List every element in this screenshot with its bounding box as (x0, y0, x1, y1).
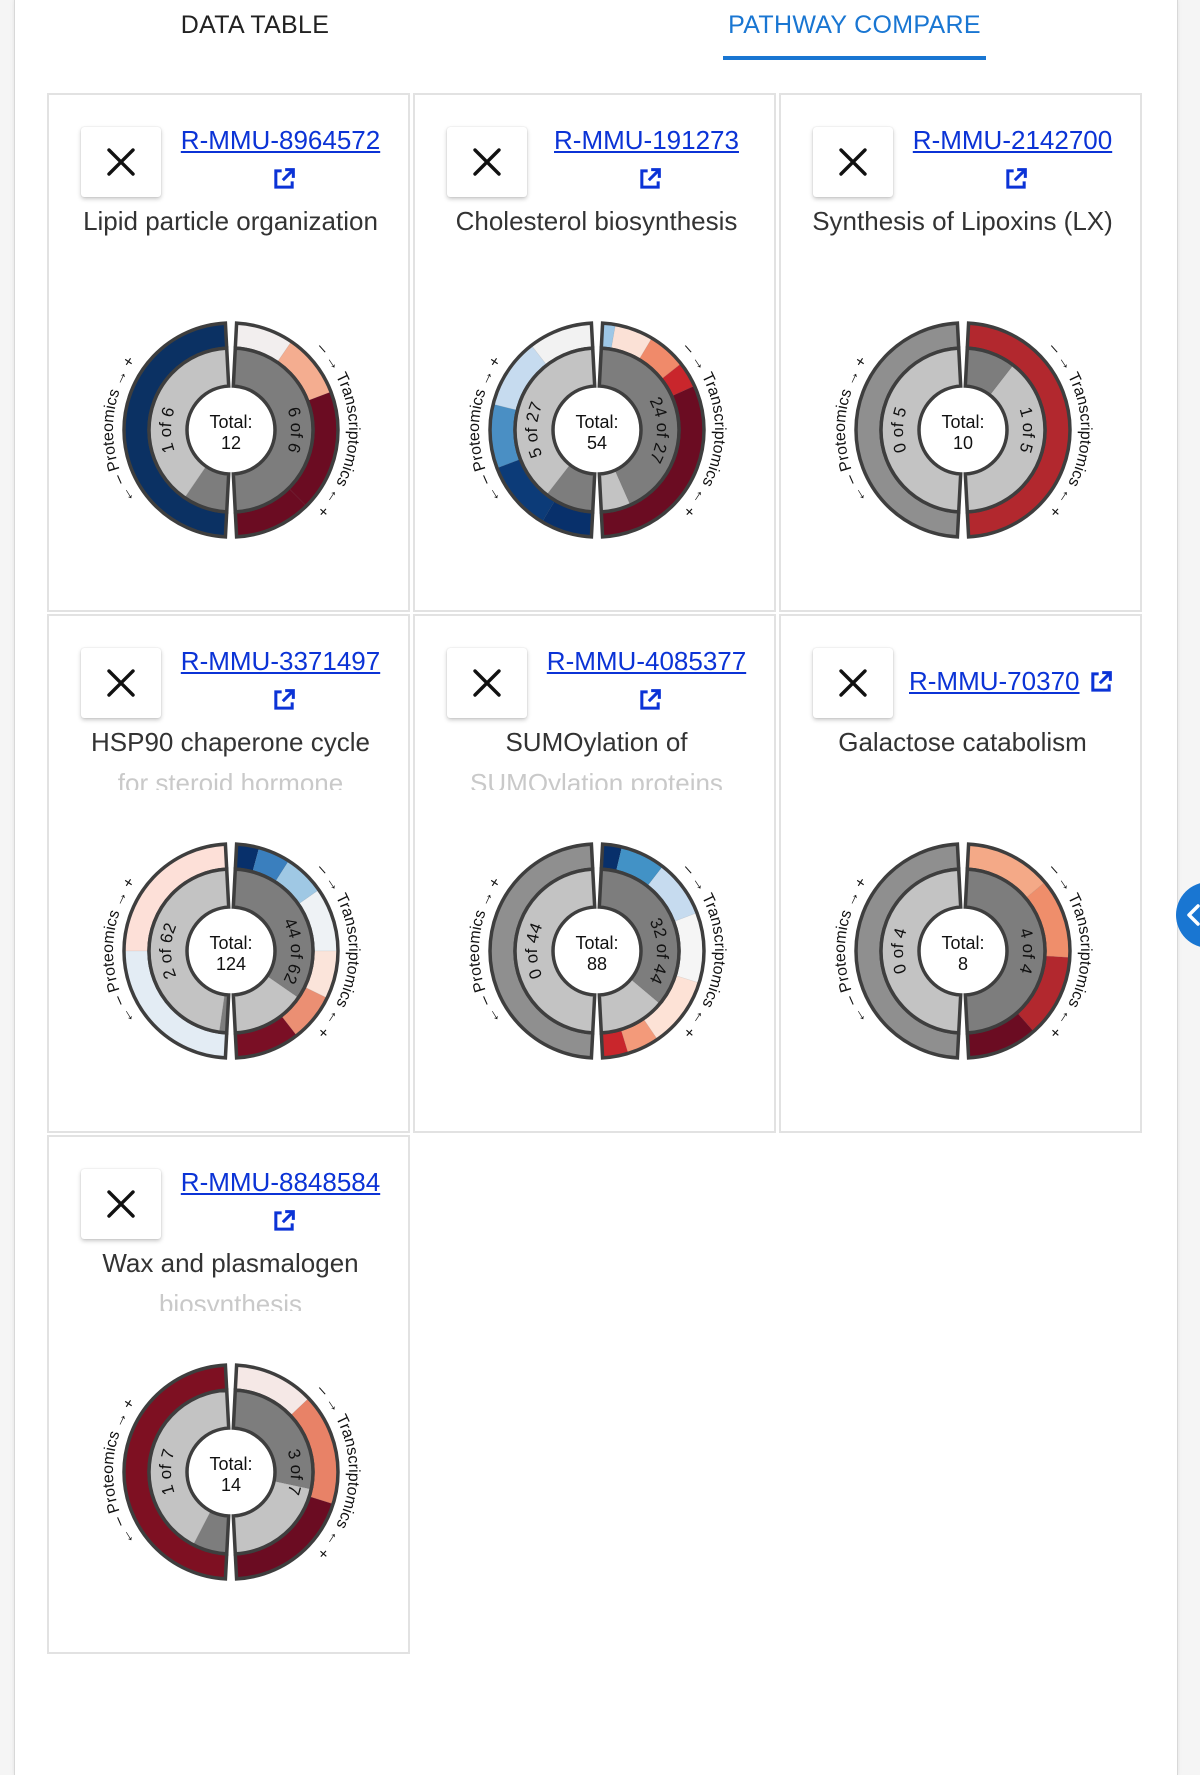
pathway-compare-panel: DATA TABLE PATHWAY COMPARE R-MMU-8964572… (14, 0, 1178, 1775)
active-tab-indicator (723, 56, 986, 60)
external-link-icon[interactable] (636, 686, 664, 719)
tab-pathway-compare-label: PATHWAY COMPARE (728, 11, 981, 39)
external-link-icon[interactable] (270, 165, 298, 198)
pathway-title: SUMOylation of (505, 727, 688, 757)
pathway-card: R-MMU-3371497 HSP90 chaperone cycle for st… (47, 614, 410, 1133)
pathway-donut-chart: Total:1242 of 62 44 of 62← – Proteomics →… (100, 842, 362, 1060)
total-label: Total: (941, 933, 984, 953)
total-label: Total: (209, 1454, 252, 1474)
pathway-card: R-MMU-4085377 SUMOylation of SUMOylation p… (413, 614, 776, 1133)
pathway-title: Synthesis of Lipoxins (LX) (812, 206, 1113, 236)
total-value: 8 (958, 954, 968, 974)
total-label: Total: (941, 412, 984, 432)
total-value: 88 (587, 954, 607, 974)
total-value: 54 (587, 433, 607, 453)
pathway-id-link[interactable]: R-MMU-4085377 (415, 646, 778, 677)
pathway-card: R-MMU-2142700 Synthesis of Lipoxins (LX) T… (779, 93, 1142, 612)
external-link-icon[interactable] (270, 686, 298, 719)
pathway-title: Wax and plasmalogen (102, 1248, 359, 1278)
pathway-card: R-MMU-8964572 Lipid particle organization… (47, 93, 410, 612)
pathway-id-link[interactable]: R-MMU-2142700 (781, 125, 1144, 156)
total-label: Total: (209, 412, 252, 432)
total-value: 12 (221, 433, 241, 453)
pathway-title-overflow: for steroid hormone (117, 768, 344, 790)
pathway-donut-chart: Total:121 of 66 of 6← – Proteomics → +– … (100, 321, 362, 539)
pathway-title: Galactose catabolism (838, 727, 1087, 757)
pathway-id-link[interactable]: R-MMU-3371497 (49, 646, 412, 677)
pathway-card: R-MMU-191273 Cholesterol biosynthesis Tota… (413, 93, 776, 612)
side-drawer-toggle[interactable] (1176, 882, 1200, 948)
pathway-id-link[interactable]: R-MMU-8964572 (49, 125, 412, 156)
pathway-donut-chart: Total:141 of 73 of 7← – Proteomics → +– … (100, 1363, 362, 1581)
total-label: Total: (575, 933, 618, 953)
total-value: 10 (953, 433, 973, 453)
close-icon (839, 669, 867, 697)
pathway-donut-chart: Total:100 of 51 of 5← – Proteomics → +– … (832, 321, 1094, 539)
total-value: 124 (216, 954, 246, 974)
tab-data-table[interactable]: DATA TABLE (115, 0, 395, 62)
pathway-donut-chart: Total:80 of 44 of 4← – Proteomics → +– →… (832, 842, 1094, 1060)
external-link-icon[interactable] (1087, 668, 1115, 701)
pathway-title-overflow: SUMOylation proteins (470, 768, 723, 790)
tab-bar: DATA TABLE PATHWAY COMPARE (15, 0, 1177, 62)
pathway-title: Lipid particle organization (83, 206, 378, 236)
pathway-donut-chart: Total:880 of 44 32 of 44← – Proteomics → … (466, 842, 728, 1060)
total-label: Total: (575, 412, 618, 432)
pathway-title: HSP90 chaperone cycle (91, 727, 370, 757)
total-label: Total: (209, 933, 252, 953)
external-link-icon[interactable] (270, 1207, 298, 1240)
chevron-left-icon (1187, 904, 1200, 926)
tab-pathway-compare[interactable]: PATHWAY COMPARE (723, 0, 986, 62)
pathway-id-link[interactable]: R-MMU-8848584 (49, 1167, 412, 1198)
external-link-icon[interactable] (1002, 165, 1030, 198)
pathway-id-link[interactable]: R-MMU-70370 (909, 666, 1080, 697)
pathway-id-link[interactable]: R-MMU-191273 (415, 125, 778, 156)
pathway-title: Cholesterol biosynthesis (455, 206, 738, 236)
external-link-icon[interactable] (636, 165, 664, 198)
pathway-card: R-MMU-8848584 Wax and plasmalogen biosynth… (47, 1135, 410, 1654)
pathway-card: R-MMU-70370 Galactose catabolism Total: 8 0 … (779, 614, 1142, 1133)
total-value: 14 (221, 1475, 241, 1495)
pathway-title-overflow: biosynthesis (158, 1289, 303, 1311)
pathway-donut-chart: Total:545 of 27 24 of 27← – Proteomics → … (466, 321, 728, 539)
remove-pathway-button[interactable] (813, 648, 893, 718)
